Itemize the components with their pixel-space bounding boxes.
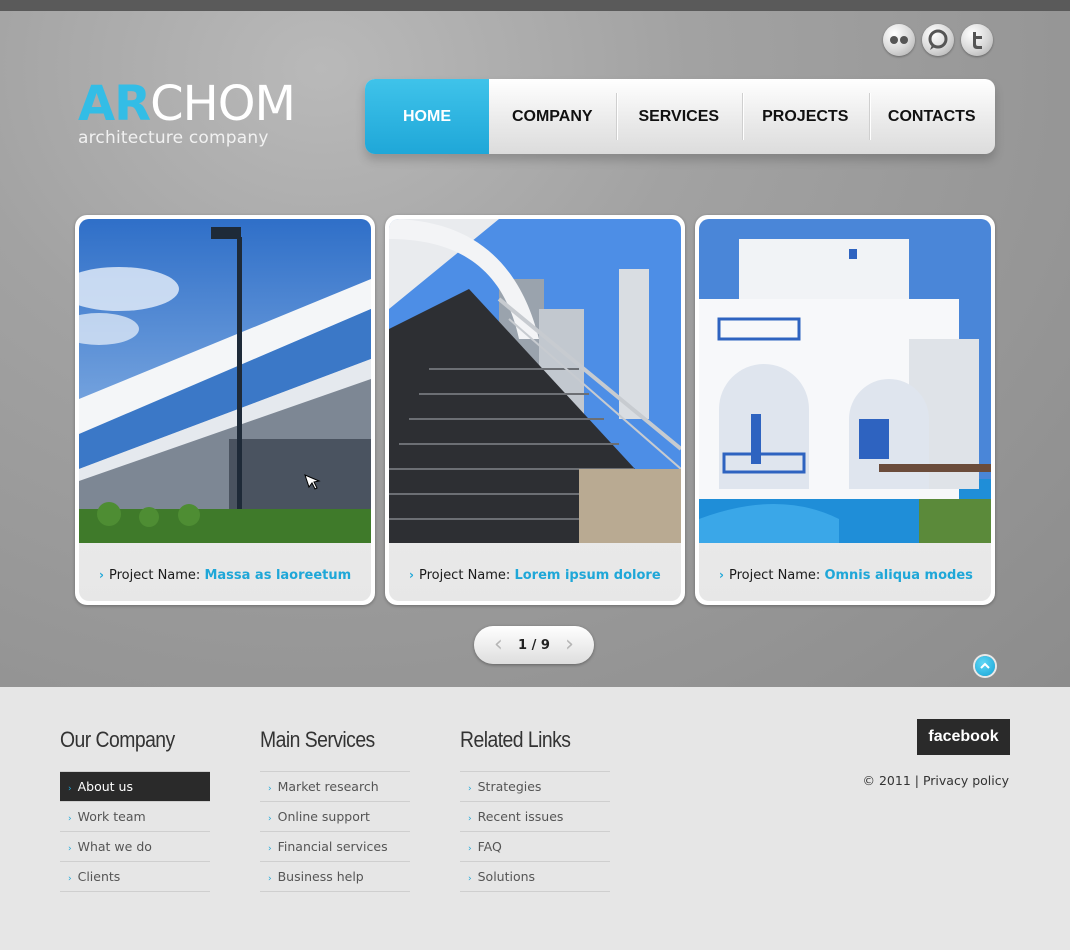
twitter-icon[interactable] <box>961 24 993 56</box>
footer-link-faq[interactable]: › FAQ <box>460 832 610 862</box>
hero-section: ARCHOM architecture company HOME COMPANY… <box>0 0 1070 687</box>
logo[interactable]: ARCHOM architecture company <box>78 76 296 148</box>
chevron-right-icon: › <box>68 844 72 854</box>
footer-link-market-research[interactable]: › Market research <box>260 772 410 802</box>
page-indicator: 1 / 9 <box>518 637 550 653</box>
footer: Our Company › About us › Work team › What w… <box>0 687 1070 950</box>
logo-wordmark: ARCHOM <box>78 76 296 132</box>
scroll-top-button[interactable] <box>975 656 995 676</box>
project-card[interactable]: › Project Name: Omnis aliqua modes <box>695 215 995 605</box>
logo-tagline: architecture company <box>78 128 269 148</box>
chevron-right-icon: › <box>68 784 72 794</box>
chevron-right-icon: › <box>268 874 272 884</box>
footer-column-title: Main Services <box>260 727 375 752</box>
chevron-right-icon: › <box>99 568 104 582</box>
project-caption: › Project Name: Lorem ipsum dolore <box>409 568 661 583</box>
chevron-up-icon <box>980 662 990 669</box>
chevron-right-icon: › <box>719 568 724 582</box>
project-caption: › Project Name: Massa as laoreetum <box>99 568 352 583</box>
project-image-building[interactable] <box>79 219 371 543</box>
nav-home[interactable]: HOME <box>365 79 489 154</box>
project-caption: › Project Name: Omnis aliqua modes <box>719 568 973 583</box>
footer-link-online-support[interactable]: › Online support <box>260 802 410 832</box>
footer-link-what-we-do[interactable]: › What we do <box>60 832 210 862</box>
social-links <box>883 24 993 56</box>
project-image-villa[interactable] <box>699 219 991 543</box>
chat-icon[interactable] <box>922 24 954 56</box>
project-image-stairs[interactable] <box>389 219 681 543</box>
chevron-right-icon: › <box>268 784 272 794</box>
project-card[interactable]: › Project Name: Massa as laoreetum <box>75 215 375 605</box>
footer-column-links: Related Links › Strategies › Recent issues… <box>460 727 610 892</box>
footer-link-work-team[interactable]: › Work team <box>60 802 210 832</box>
footer-column-company: Our Company › About us › Work team › What w… <box>60 727 210 892</box>
chevron-right-icon: › <box>468 874 472 884</box>
nav-company[interactable]: COMPANY <box>489 79 616 154</box>
nav-contacts[interactable]: CONTACTS <box>868 79 996 154</box>
footer-link-clients[interactable]: › Clients <box>60 862 210 892</box>
privacy-policy-link[interactable]: Privacy policy <box>923 773 1009 788</box>
footer-column-title: Related Links <box>460 727 571 752</box>
nav-services[interactable]: SERVICES <box>615 79 743 154</box>
chevron-right-icon: › <box>68 814 72 824</box>
footer-link-about-us[interactable]: › About us <box>60 772 210 802</box>
slider-pager: ‹ 1 / 9 › <box>474 626 594 664</box>
main-nav: HOME COMPANY SERVICES PROJECTS CONTACTS <box>365 79 995 154</box>
chevron-right-icon: › <box>68 874 72 884</box>
nav-projects[interactable]: PROJECTS <box>742 79 869 154</box>
chevron-right-icon: › <box>468 814 472 824</box>
chevron-right-icon: › <box>468 784 472 794</box>
footer-link-financial-services[interactable]: › Financial services <box>260 832 410 862</box>
project-card[interactable]: › Project Name: Lorem ipsum dolore <box>385 215 685 605</box>
footer-column-services: Main Services › Market research › Online s… <box>260 727 410 892</box>
project-name-link[interactable]: Massa as laoreetum <box>204 568 351 583</box>
copyright: © 2011 | Privacy policy <box>862 773 1009 788</box>
chevron-left-icon[interactable]: ‹ <box>494 634 503 656</box>
chevron-right-icon[interactable]: › <box>565 634 574 656</box>
flickr-icon[interactable] <box>883 24 915 56</box>
chevron-right-icon: › <box>268 844 272 854</box>
facebook-button[interactable]: facebook <box>917 719 1010 755</box>
chevron-right-icon: › <box>409 568 414 582</box>
footer-link-recent-issues[interactable]: › Recent issues <box>460 802 610 832</box>
footer-link-business-help[interactable]: › Business help <box>260 862 410 892</box>
chevron-right-icon: › <box>468 844 472 854</box>
footer-link-solutions[interactable]: › Solutions <box>460 862 610 892</box>
footer-column-title: Our Company <box>60 727 175 752</box>
project-name-link[interactable]: Lorem ipsum dolore <box>514 568 660 583</box>
chevron-right-icon: › <box>268 814 272 824</box>
footer-link-strategies[interactable]: › Strategies <box>460 772 610 802</box>
project-name-link[interactable]: Omnis aliqua modes <box>824 568 972 583</box>
